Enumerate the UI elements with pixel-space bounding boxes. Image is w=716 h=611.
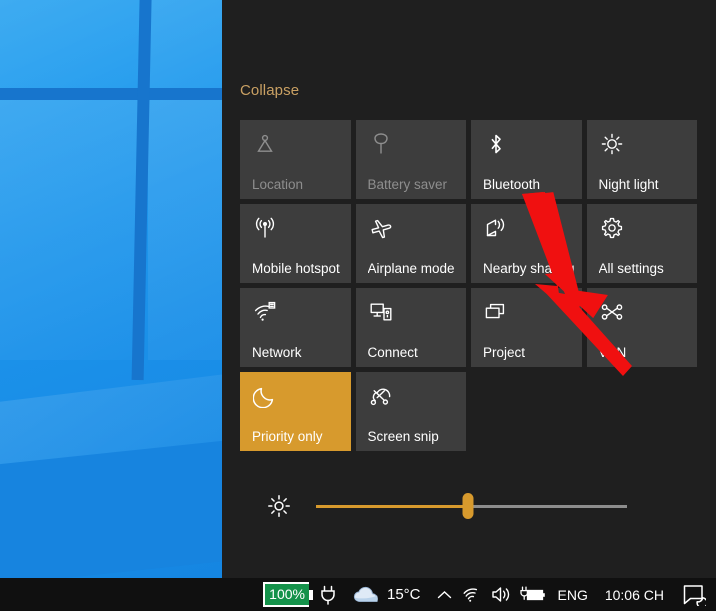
quick-action-tile-network[interactable]: Network bbox=[240, 288, 351, 367]
action-center-panel: Collapse Location bbox=[222, 0, 716, 578]
quick-action-tile-bluetooth[interactable]: Bluetooth bbox=[471, 120, 582, 199]
quick-action-tile-nearby-sharing[interactable]: Nearby sharing bbox=[471, 204, 582, 283]
gear-icon bbox=[600, 216, 624, 240]
cloud-icon[interactable] bbox=[351, 578, 381, 611]
brightness-icon bbox=[266, 493, 292, 519]
quick-action-tile-vpn[interactable]: VPN bbox=[587, 288, 698, 367]
battery-charging-icon[interactable] bbox=[517, 578, 549, 611]
battery-percent-badge[interactable]: 100% bbox=[263, 578, 313, 611]
tile-label: Airplane mode bbox=[368, 261, 463, 276]
location-icon bbox=[253, 132, 277, 156]
quick-action-tile-screen-snip[interactable]: Screen snip bbox=[356, 372, 467, 451]
battery-percent-label: 100% bbox=[263, 582, 309, 607]
quick-action-tile-mobile-hotspot[interactable]: Mobile hotspot bbox=[240, 204, 351, 283]
system-tray: 100% 15°C bbox=[263, 578, 716, 611]
vpn-icon bbox=[600, 300, 624, 324]
screen: Collapse Location bbox=[0, 0, 716, 611]
tile-label: Mobile hotspot bbox=[252, 261, 347, 276]
brightness-slider-row bbox=[266, 485, 682, 527]
quick-action-tile-project[interactable]: Project bbox=[471, 288, 582, 367]
speaker-icon[interactable] bbox=[487, 578, 517, 611]
taskbar: 100% 15°C bbox=[0, 578, 716, 611]
project-icon bbox=[484, 300, 508, 324]
tile-label: Bluetooth bbox=[483, 177, 578, 192]
tile-label: Night light bbox=[599, 177, 694, 192]
nearby-sharing-icon bbox=[484, 216, 508, 240]
tile-label: All settings bbox=[599, 261, 694, 276]
quick-action-tile-all-settings[interactable]: All settings bbox=[587, 204, 698, 283]
quick-actions-grid: Location Battery saver bbox=[240, 120, 698, 451]
quick-action-tile-battery-saver[interactable]: Battery saver bbox=[356, 120, 467, 199]
tile-label: Screen snip bbox=[368, 429, 463, 444]
action-center-quiet-icon[interactable] bbox=[672, 578, 716, 611]
brightness-slider-thumb[interactable] bbox=[463, 493, 474, 519]
quick-action-tile-night-light[interactable]: Night light bbox=[587, 120, 698, 199]
tile-label: Network bbox=[252, 345, 347, 360]
connect-icon bbox=[369, 300, 393, 324]
tile-label: Priority only bbox=[252, 429, 347, 444]
clock[interactable]: 10:06 CH bbox=[597, 587, 672, 603]
night-light-icon bbox=[600, 132, 624, 156]
desktop-wallpaper bbox=[0, 0, 222, 578]
screen-snip-icon bbox=[369, 384, 393, 408]
brightness-slider-track[interactable] bbox=[316, 505, 627, 508]
bluetooth-icon bbox=[484, 132, 508, 156]
mobile-hotspot-icon bbox=[253, 216, 277, 240]
wifi-icon[interactable] bbox=[459, 578, 487, 611]
quick-action-tile-location[interactable]: Location bbox=[240, 120, 351, 199]
power-plug-icon[interactable] bbox=[315, 578, 341, 611]
collapse-link[interactable]: Collapse bbox=[240, 82, 299, 99]
tile-label: Location bbox=[252, 177, 347, 192]
quick-action-tile-priority-only[interactable]: Priority only bbox=[240, 372, 351, 451]
chevron-up-icon[interactable] bbox=[431, 578, 459, 611]
tile-label: Battery saver bbox=[368, 177, 463, 192]
weather-temperature: 15°C bbox=[387, 586, 421, 603]
battery-cap bbox=[309, 590, 313, 600]
tile-label: VPN bbox=[599, 345, 694, 360]
tile-label: Nearby sharing bbox=[483, 261, 578, 276]
battery-saver-icon bbox=[369, 132, 393, 156]
tile-label: Connect bbox=[368, 345, 463, 360]
brightness-slider-fill bbox=[316, 505, 468, 508]
airplane-icon bbox=[369, 216, 393, 240]
quick-action-tile-connect[interactable]: Connect bbox=[356, 288, 467, 367]
moon-icon bbox=[253, 384, 277, 408]
network-wifi-icon bbox=[253, 300, 277, 324]
quick-action-tile-airplane-mode[interactable]: Airplane mode bbox=[356, 204, 467, 283]
language-indicator[interactable]: ENG bbox=[549, 587, 597, 603]
tile-label: Project bbox=[483, 345, 578, 360]
